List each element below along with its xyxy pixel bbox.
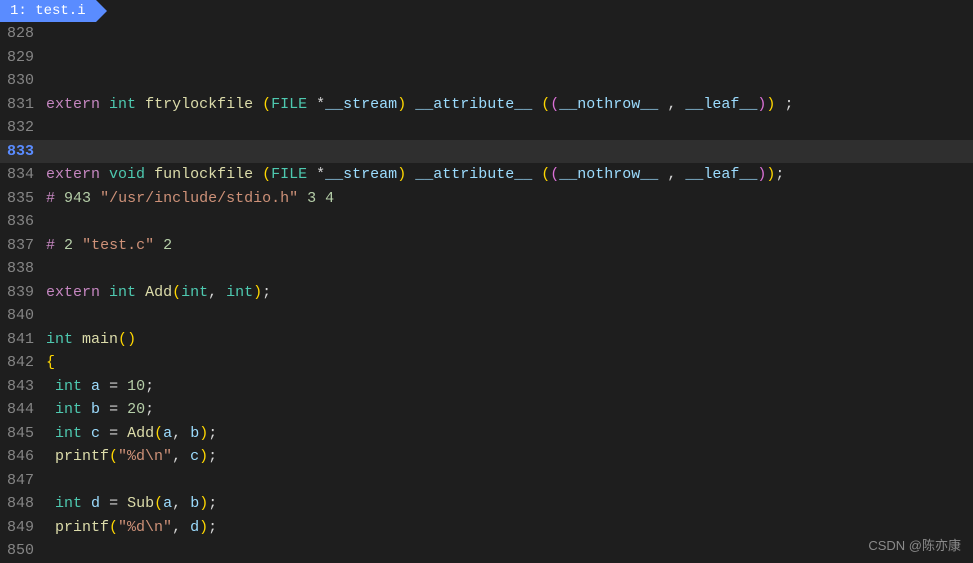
line-number: 847 bbox=[0, 472, 40, 489]
line-number: 843 bbox=[0, 378, 40, 395]
code-line: 848 int d = Sub(a, b); bbox=[0, 492, 973, 516]
code-content: int main() bbox=[40, 331, 973, 348]
line-number: 841 bbox=[0, 331, 40, 348]
code-line: 828 bbox=[0, 22, 973, 46]
line-number: 835 bbox=[0, 190, 40, 207]
line-number: 836 bbox=[0, 213, 40, 230]
code-content: extern int Add(int, int); bbox=[40, 284, 973, 301]
code-content: int d = Sub(a, b); bbox=[40, 495, 973, 512]
line-number: 830 bbox=[0, 72, 40, 89]
code-line: 842{ bbox=[0, 351, 973, 375]
tab-bar: 1: test.i bbox=[0, 0, 973, 22]
tab-file[interactable]: 1: test.i bbox=[0, 0, 96, 22]
line-number: 840 bbox=[0, 307, 40, 324]
code-content: # 2 "test.c" 2 bbox=[40, 237, 973, 254]
line-number: 845 bbox=[0, 425, 40, 442]
code-content: extern int ftrylockfile (FILE *__stream)… bbox=[40, 96, 973, 113]
code-line-current: 833 bbox=[0, 140, 973, 164]
code-editor[interactable]: 828 829 830 831extern int ftrylockfile (… bbox=[0, 22, 973, 563]
code-line: 841int main() bbox=[0, 328, 973, 352]
code-content: int c = Add(a, b); bbox=[40, 425, 973, 442]
line-number: 838 bbox=[0, 260, 40, 277]
line-number: 828 bbox=[0, 25, 40, 42]
code-line: 846 printf("%d\n", c); bbox=[0, 445, 973, 469]
line-number: 831 bbox=[0, 96, 40, 113]
code-content: printf("%d\n", d); bbox=[40, 519, 973, 536]
code-content: printf("%d\n", c); bbox=[40, 448, 973, 465]
line-number: 833 bbox=[0, 143, 40, 160]
code-content: int b = 20; bbox=[40, 401, 973, 418]
code-line: 831extern int ftrylockfile (FILE *__stre… bbox=[0, 93, 973, 117]
code-line: 835# 943 "/usr/include/stdio.h" 3 4 bbox=[0, 187, 973, 211]
code-line: 836 bbox=[0, 210, 973, 234]
code-line: 845 int c = Add(a, b); bbox=[0, 422, 973, 446]
code-content: # 943 "/usr/include/stdio.h" 3 4 bbox=[40, 190, 973, 207]
watermark: CSDN @陈亦康 bbox=[868, 535, 961, 554]
code-line: 839extern int Add(int, int); bbox=[0, 281, 973, 305]
line-number: 839 bbox=[0, 284, 40, 301]
line-number: 832 bbox=[0, 119, 40, 136]
code-line: 829 bbox=[0, 46, 973, 70]
code-line: 834extern void funlockfile (FILE *__stre… bbox=[0, 163, 973, 187]
code-line: 843 int a = 10; bbox=[0, 375, 973, 399]
line-number: 850 bbox=[0, 542, 40, 559]
line-number: 837 bbox=[0, 237, 40, 254]
code-line: 838 bbox=[0, 257, 973, 281]
code-line: 837# 2 "test.c" 2 bbox=[0, 234, 973, 258]
code-line: 832 bbox=[0, 116, 973, 140]
line-number: 848 bbox=[0, 495, 40, 512]
code-content: { bbox=[40, 354, 973, 371]
tab-label: 1: test.i bbox=[10, 3, 86, 19]
code-line: 850 bbox=[0, 539, 973, 563]
code-content: int a = 10; bbox=[40, 378, 973, 395]
code-content: extern void funlockfile (FILE *__stream)… bbox=[40, 166, 973, 183]
code-line: 844 int b = 20; bbox=[0, 398, 973, 422]
line-number: 846 bbox=[0, 448, 40, 465]
code-line: 849 printf("%d\n", d); bbox=[0, 516, 973, 540]
code-line: 830 bbox=[0, 69, 973, 93]
line-number: 844 bbox=[0, 401, 40, 418]
line-number: 842 bbox=[0, 354, 40, 371]
line-number: 834 bbox=[0, 166, 40, 183]
line-number: 829 bbox=[0, 49, 40, 66]
code-line: 847 bbox=[0, 469, 973, 493]
line-number: 849 bbox=[0, 519, 40, 536]
code-line: 840 bbox=[0, 304, 973, 328]
